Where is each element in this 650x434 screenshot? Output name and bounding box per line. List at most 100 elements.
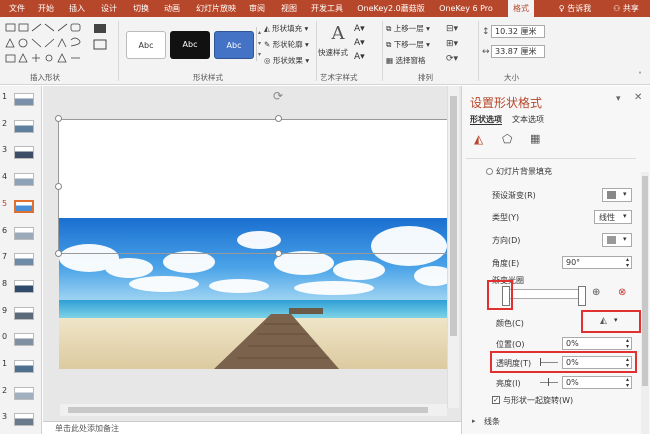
expand-chevron-icon[interactable]: ▸: [472, 417, 476, 425]
pane-scrollbar[interactable]: [641, 172, 649, 434]
quick-styles-a-icon[interactable]: A: [326, 23, 350, 45]
remove-gradient-stop-icon[interactable]: ⊗: [618, 287, 626, 298]
style-sample-black[interactable]: Abc: [170, 31, 210, 59]
tab-animations[interactable]: 动画: [161, 0, 183, 17]
pane-scroll-thumb[interactable]: [642, 176, 648, 386]
tab-home[interactable]: 开始: [35, 0, 57, 17]
shape-outline-label: 形状轮廓: [272, 40, 303, 49]
type-value: 线性: [599, 213, 615, 222]
brightness-input[interactable]: 0% ▴ ▾: [562, 376, 632, 389]
preset-gradient-dropdown[interactable]: ▾: [602, 188, 632, 202]
shapes-gallery[interactable]: [2, 20, 114, 68]
brightness-slider[interactable]: [540, 382, 558, 383]
notes-area[interactable]: 单击此处添加备注: [43, 421, 461, 434]
angle-label: 角度(E): [492, 259, 520, 268]
vertical-scroll-thumb[interactable]: [450, 96, 457, 336]
slide-thumbnail[interactable]: [14, 253, 34, 267]
tell-me-button[interactable]: ♀ 告诉我: [552, 0, 598, 17]
brightness-slider-thumb[interactable]: [548, 378, 549, 386]
text-fill-icons[interactable]: A▾ A▾ A▾: [354, 22, 365, 64]
direction-swatch-icon: [607, 236, 616, 244]
tab-onekey2[interactable]: OneKey2.0蘑菇版: [354, 0, 428, 17]
shape-outline-button[interactable]: ✎ 形状轮廓 ▾: [264, 39, 309, 50]
slide-thumbnail[interactable]: [14, 226, 34, 240]
tab-file[interactable]: 文件: [6, 0, 28, 17]
slide-thumbnail[interactable]: [14, 199, 34, 213]
person-icon: ⚇: [613, 4, 621, 13]
pen-icon: ✎: [264, 40, 273, 49]
tab-view[interactable]: 视图: [278, 0, 300, 17]
rotate-with-shape-checkbox[interactable]: ✓: [492, 396, 500, 404]
height-input[interactable]: 10.32 厘米: [491, 25, 545, 38]
style-sample-blue[interactable]: Abc: [214, 31, 254, 59]
resize-handle-bottom-left[interactable]: [55, 250, 62, 257]
slide-thumbnail[interactable]: [14, 413, 34, 427]
shape-effects-button[interactable]: ◎ 形状效果 ▾: [264, 55, 309, 66]
chevron-down-icon: ▾: [623, 235, 627, 243]
tab-insert[interactable]: 插入: [66, 0, 88, 17]
share-button[interactable]: ⚇ 共享: [606, 0, 646, 17]
gradient-stops-bar[interactable]: [502, 289, 584, 299]
lightbulb-icon: ♀: [558, 4, 565, 13]
spinner-icon[interactable]: ▴ ▾: [626, 338, 629, 350]
shape-fill-button[interactable]: ◭ 形状填充 ▾: [264, 23, 308, 34]
tab-review[interactable]: 审阅: [246, 0, 268, 17]
style-sample-white[interactable]: Abc: [126, 31, 166, 59]
bring-forward-icon: ⧉: [386, 24, 394, 33]
width-input[interactable]: 33.87 厘米: [491, 45, 545, 58]
tab-design[interactable]: 设计: [98, 0, 120, 17]
spinner-icon[interactable]: ▴ ▾: [626, 257, 629, 269]
slide-thumbnail[interactable]: [14, 386, 34, 400]
slide-thumbnail[interactable]: [14, 306, 34, 320]
size-properties-icon[interactable]: ▦: [530, 132, 540, 145]
slide-thumbnail[interactable]: [14, 93, 34, 106]
fill-line-icon[interactable]: ◭: [474, 132, 483, 146]
slide-thumbnail[interactable]: [14, 333, 34, 347]
height-value: 10.32 厘米: [495, 27, 537, 36]
slide-thumbnail[interactable]: [14, 146, 34, 160]
tab-developer[interactable]: 开发工具: [308, 0, 346, 17]
angle-input[interactable]: 90° ▴ ▾: [562, 256, 632, 269]
style-gallery-scroll[interactable]: ▴ ▾ ▾: [256, 27, 262, 61]
slide-thumbnail[interactable]: [14, 360, 34, 373]
spinner-icon[interactable]: ▴ ▾: [626, 377, 629, 389]
resize-handle-top-middle[interactable]: [275, 115, 282, 122]
horizontal-scroll-thumb[interactable]: [68, 407, 428, 413]
close-icon[interactable]: ✕: [634, 92, 642, 103]
tab-transitions[interactable]: 切换: [130, 0, 152, 17]
slide-number: 9: [2, 305, 8, 315]
vertical-scrollbar[interactable]: [447, 86, 459, 408]
tab-format[interactable]: 格式: [508, 0, 534, 17]
type-dropdown[interactable]: 线性 ▾: [594, 210, 632, 224]
rotate-handle-icon[interactable]: ⟳: [273, 89, 283, 103]
align-group-rotate-icons[interactable]: ⊟▾ ⊞▾ ⟳▾: [446, 22, 458, 67]
preset-gradient-label: 预设渐变(R): [492, 191, 536, 200]
slide-thumbnail[interactable]: [14, 173, 34, 187]
send-backward-button[interactable]: ⧉ 下移一层 ▾: [386, 39, 430, 50]
add-gradient-stop-icon[interactable]: ⊕: [592, 287, 600, 298]
selection-pane-button[interactable]: ▦ 选择窗格: [386, 55, 425, 66]
slide-thumbnail[interactable]: [14, 119, 34, 133]
height-icon: ↕: [482, 27, 490, 37]
tab-onekey6[interactable]: OneKey 6 Pro: [436, 0, 496, 17]
resize-handle-bottom-middle[interactable]: [275, 250, 282, 257]
gradient-stop-right[interactable]: [578, 286, 586, 306]
selected-shape-outline[interactable]: [58, 119, 448, 254]
effects-pentagon-icon[interactable]: ⬠: [502, 132, 512, 146]
quick-styles-label[interactable]: 快速样式: [318, 47, 348, 58]
slide-thumbnail[interactable]: [14, 279, 34, 293]
send-backward-icon: ⧉: [386, 40, 394, 49]
direction-dropdown[interactable]: ▾: [602, 233, 632, 247]
tab-slideshow[interactable]: 幻灯片放映: [193, 0, 239, 17]
collapse-ribbon-icon[interactable]: ˄: [638, 71, 642, 80]
position-input[interactable]: 0% ▴ ▾: [562, 337, 632, 350]
horizontal-scrollbar[interactable]: [60, 404, 447, 416]
tab-text-options[interactable]: 文本选项: [512, 114, 544, 125]
slide-bg-fill-radio[interactable]: [486, 168, 493, 175]
resize-handle-middle-left[interactable]: [55, 183, 62, 190]
resize-handle-top-left[interactable]: [55, 115, 62, 122]
pane-options-chevron-icon[interactable]: ▾: [616, 94, 621, 104]
position-label: 位置(O): [496, 340, 525, 349]
line-section-label[interactable]: 线条: [484, 416, 500, 427]
bring-forward-button[interactable]: ⧉ 上移一层 ▾: [386, 23, 430, 34]
